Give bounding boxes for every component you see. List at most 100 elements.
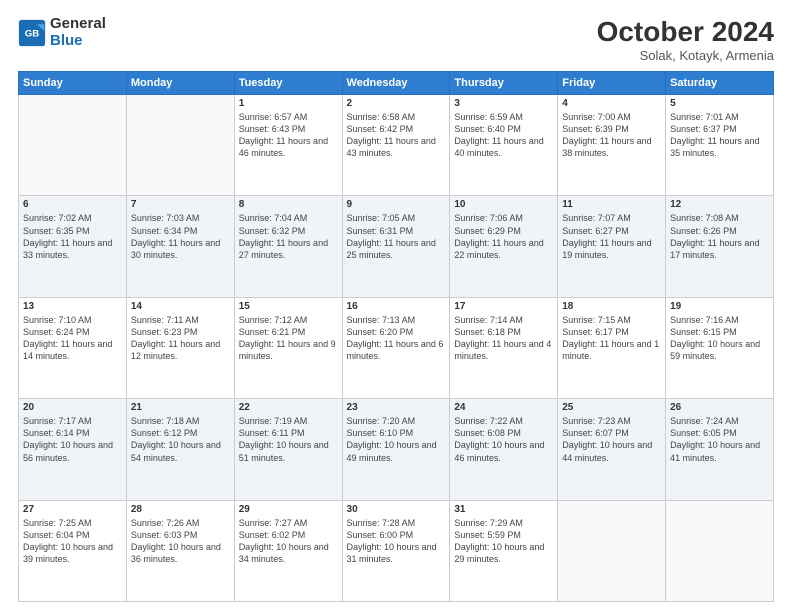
location: Solak, Kotayk, Armenia — [597, 48, 774, 63]
calendar-cell — [666, 500, 774, 601]
day-number: 22 — [239, 402, 338, 413]
calendar-cell: 20Sunrise: 7:17 AMSunset: 6:14 PMDayligh… — [19, 399, 127, 500]
day-number: 2 — [347, 98, 446, 109]
day-info: Sunrise: 7:06 AMSunset: 6:29 PMDaylight:… — [454, 212, 553, 261]
day-number: 31 — [454, 504, 553, 515]
day-info: Sunrise: 7:10 AMSunset: 6:24 PMDaylight:… — [23, 314, 122, 363]
calendar-cell: 17Sunrise: 7:14 AMSunset: 6:18 PMDayligh… — [450, 297, 558, 398]
day-info: Sunrise: 7:18 AMSunset: 6:12 PMDaylight:… — [131, 415, 230, 464]
day-number: 1 — [239, 98, 338, 109]
calendar-cell: 5Sunrise: 7:01 AMSunset: 6:37 PMDaylight… — [666, 95, 774, 196]
day-info: Sunrise: 7:03 AMSunset: 6:34 PMDaylight:… — [131, 212, 230, 261]
month-title: October 2024 — [597, 16, 774, 48]
day-number: 16 — [347, 301, 446, 312]
weekday-header-friday: Friday — [558, 72, 666, 95]
page: GB General Blue October 2024 Solak, Kota… — [0, 0, 792, 612]
day-number: 11 — [562, 199, 661, 210]
calendar-table: SundayMondayTuesdayWednesdayThursdayFrid… — [18, 71, 774, 602]
header: GB General Blue October 2024 Solak, Kota… — [18, 16, 774, 63]
calendar-cell: 12 Sunrise: 7:08 AMSunset: 6:26 PMDayligh… — [666, 196, 774, 297]
day-number: 27 — [23, 504, 122, 515]
day-info: Sunrise: 7:27 AMSunset: 6:02 PMDaylight:… — [239, 517, 338, 566]
day-info: Sunrise: 7:20 AMSunset: 6:10 PMDaylight:… — [347, 415, 446, 464]
calendar-cell: 18 Sunrise: 7:15 AMSunset: 6:17 PMDayligh… — [558, 297, 666, 398]
day-info: Sunrise: 7:22 AMSunset: 6:08 PMDaylight:… — [454, 415, 553, 464]
day-info: Sunrise: 7:17 AMSunset: 6:14 PMDaylight:… — [23, 415, 122, 464]
calendar-cell — [558, 500, 666, 601]
day-number: 18 — [562, 301, 661, 312]
day-number: 25 — [562, 402, 661, 413]
calendar-cell: 22 Sunrise: 7:19 AMSunset: 6:11 PMDayligh… — [234, 399, 342, 500]
day-info: Sunrise: 7:15 AMSunset: 6:17 PMDaylight:… — [562, 314, 661, 363]
day-info: Sunrise: 7:28 AMSunset: 6:00 PMDaylight:… — [347, 517, 446, 566]
day-number: 7 — [131, 199, 230, 210]
day-info: Sunrise: 7:24 AMSunset: 6:05 PMDaylight:… — [670, 415, 769, 464]
day-number: 29 — [239, 504, 338, 515]
logo: GB General Blue — [18, 16, 106, 49]
day-number: 15 — [239, 301, 338, 312]
calendar-cell: 14Sunrise: 7:11 AMSunset: 6:23 PMDayligh… — [126, 297, 234, 398]
day-info: Sunrise: 6:58 AMSunset: 6:42 PMDaylight:… — [347, 111, 446, 160]
calendar-cell: 19 Sunrise: 7:16 AMSunset: 6:15 PMDayligh… — [666, 297, 774, 398]
day-number: 23 — [347, 402, 446, 413]
weekday-header-row: SundayMondayTuesdayWednesdayThursdayFrid… — [19, 72, 774, 95]
svg-text:GB: GB — [25, 28, 39, 39]
calendar-week-row: 27 Sunrise: 7:25 AMSunset: 6:04 PMDayligh… — [19, 500, 774, 601]
day-info: Sunrise: 7:19 AMSunset: 6:11 PMDaylight:… — [239, 415, 338, 464]
logo-text: General Blue — [50, 16, 106, 49]
calendar-cell: 7 Sunrise: 7:03 AMSunset: 6:34 PMDaylight… — [126, 196, 234, 297]
calendar-cell: 1 Sunrise: 6:57 AMSunset: 6:43 PMDaylight… — [234, 95, 342, 196]
day-info: Sunrise: 7:01 AMSunset: 6:37 PMDaylight:… — [670, 111, 769, 160]
calendar-cell: 27 Sunrise: 7:25 AMSunset: 6:04 PMDayligh… — [19, 500, 127, 601]
calendar-cell: 13 Sunrise: 7:10 AMSunset: 6:24 PMDayligh… — [19, 297, 127, 398]
day-info: Sunrise: 7:26 AMSunset: 6:03 PMDaylight:… — [131, 517, 230, 566]
day-info: Sunrise: 7:04 AMSunset: 6:32 PMDaylight:… — [239, 212, 338, 261]
calendar-cell — [19, 95, 127, 196]
calendar-cell: 26 Sunrise: 7:24 AMSunset: 6:05 PMDayligh… — [666, 399, 774, 500]
weekday-header-monday: Monday — [126, 72, 234, 95]
day-number: 28 — [131, 504, 230, 515]
day-info: Sunrise: 6:59 AMSunset: 6:40 PMDaylight:… — [454, 111, 553, 160]
day-info: Sunrise: 7:23 AMSunset: 6:07 PMDaylight:… — [562, 415, 661, 464]
calendar-cell: 15Sunrise: 7:12 AMSunset: 6:21 PMDayligh… — [234, 297, 342, 398]
day-number: 9 — [347, 199, 446, 210]
weekday-header-sunday: Sunday — [19, 72, 127, 95]
day-number: 10 — [454, 199, 553, 210]
weekday-header-saturday: Saturday — [666, 72, 774, 95]
day-info: Sunrise: 7:02 AMSunset: 6:35 PMDaylight:… — [23, 212, 122, 261]
day-info: Sunrise: 6:57 AMSunset: 6:43 PMDaylight:… — [239, 111, 338, 160]
day-number: 19 — [670, 301, 769, 312]
calendar-week-row: 20Sunrise: 7:17 AMSunset: 6:14 PMDayligh… — [19, 399, 774, 500]
calendar-cell: 29 Sunrise: 7:27 AMSunset: 6:02 PMDayligh… — [234, 500, 342, 601]
day-number: 14 — [131, 301, 230, 312]
weekday-header-tuesday: Tuesday — [234, 72, 342, 95]
calendar-cell: 23 Sunrise: 7:20 AMSunset: 6:10 PMDayligh… — [342, 399, 450, 500]
day-info: Sunrise: 7:00 AMSunset: 6:39 PMDaylight:… — [562, 111, 661, 160]
calendar-cell: 3Sunrise: 6:59 AMSunset: 6:40 PMDaylight… — [450, 95, 558, 196]
weekday-header-wednesday: Wednesday — [342, 72, 450, 95]
calendar-cell: 4Sunrise: 7:00 AMSunset: 6:39 PMDaylight… — [558, 95, 666, 196]
calendar-cell: 21Sunrise: 7:18 AMSunset: 6:12 PMDayligh… — [126, 399, 234, 500]
day-number: 13 — [23, 301, 122, 312]
calendar-cell: 30Sunrise: 7:28 AMSunset: 6:00 PMDayligh… — [342, 500, 450, 601]
calendar-week-row: 1 Sunrise: 6:57 AMSunset: 6:43 PMDaylight… — [19, 95, 774, 196]
logo-icon: GB — [18, 19, 46, 47]
title-block: October 2024 Solak, Kotayk, Armenia — [597, 16, 774, 63]
calendar-cell: 8Sunrise: 7:04 AMSunset: 6:32 PMDaylight… — [234, 196, 342, 297]
calendar-week-row: 13 Sunrise: 7:10 AMSunset: 6:24 PMDayligh… — [19, 297, 774, 398]
day-info: Sunrise: 7:05 AMSunset: 6:31 PMDaylight:… — [347, 212, 446, 261]
logo-line1: General — [50, 16, 106, 33]
calendar-cell: 11Sunrise: 7:07 AMSunset: 6:27 PMDayligh… — [558, 196, 666, 297]
day-info: Sunrise: 7:25 AMSunset: 6:04 PMDaylight:… — [23, 517, 122, 566]
calendar-cell: 2 Sunrise: 6:58 AMSunset: 6:42 PMDaylight… — [342, 95, 450, 196]
calendar-cell: 9 Sunrise: 7:05 AMSunset: 6:31 PMDaylight… — [342, 196, 450, 297]
calendar-cell: 28 Sunrise: 7:26 AMSunset: 6:03 PMDayligh… — [126, 500, 234, 601]
calendar-cell: 10 Sunrise: 7:06 AMSunset: 6:29 PMDayligh… — [450, 196, 558, 297]
calendar-cell — [126, 95, 234, 196]
day-number: 12 — [670, 199, 769, 210]
calendar-cell: 16Sunrise: 7:13 AMSunset: 6:20 PMDayligh… — [342, 297, 450, 398]
day-number: 26 — [670, 402, 769, 413]
day-info: Sunrise: 7:16 AMSunset: 6:15 PMDaylight:… — [670, 314, 769, 363]
day-info: Sunrise: 7:08 AMSunset: 6:26 PMDaylight:… — [670, 212, 769, 261]
day-number: 24 — [454, 402, 553, 413]
